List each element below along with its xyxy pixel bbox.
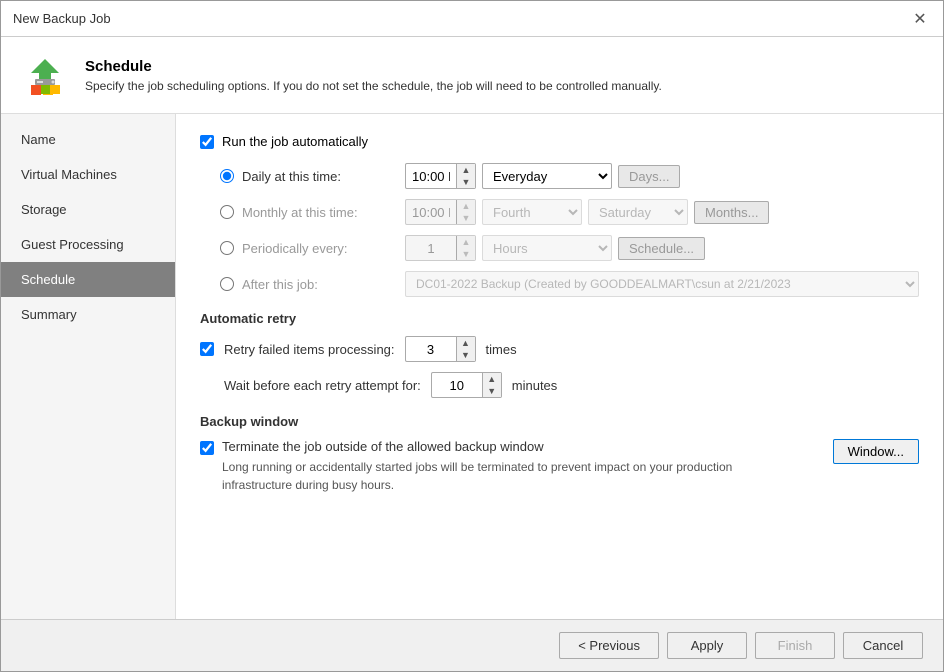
periodically-unit-select: Hours Minutes	[482, 235, 612, 261]
after-job-controls: DC01-2022 Backup (Created by GOODDEALMAR…	[405, 271, 919, 297]
sidebar: Name Virtual Machines Storage Guest Proc…	[1, 114, 176, 619]
close-button[interactable]: ✕	[909, 8, 931, 30]
schedule-button[interactable]: Schedule...	[618, 237, 705, 260]
header-description: Specify the job scheduling options. If y…	[85, 79, 662, 93]
wait-value-input[interactable]	[432, 376, 482, 395]
wait-row: Wait before each retry attempt for: ▲ ▼ …	[224, 372, 919, 398]
after-job-label: After this job:	[242, 277, 397, 292]
after-job-radio[interactable]	[220, 277, 234, 291]
wait-down[interactable]: ▼	[483, 385, 501, 397]
monthly-time-down: ▼	[457, 212, 475, 224]
previous-button[interactable]: < Previous	[559, 632, 659, 659]
periodically-down: ▼	[457, 248, 475, 260]
monthly-time-up: ▲	[457, 200, 475, 212]
terminate-checkbox[interactable]	[200, 441, 214, 455]
daily-controls: ▲ ▼ Everyday Weekdays Weekends Days...	[405, 163, 919, 189]
wait-spinner: ▲ ▼	[431, 372, 502, 398]
periodically-radio-row: Periodically every: ▲ ▼ Hours Minutes	[220, 235, 919, 261]
wait-spinner-btns: ▲ ▼	[482, 373, 501, 397]
retry-checkbox[interactable]	[200, 342, 214, 356]
retry-row: Retry failed items processing: ▲ ▼ times	[200, 336, 919, 362]
periodically-label: Periodically every:	[242, 241, 397, 256]
apply-button[interactable]: Apply	[667, 632, 747, 659]
after-job-select: DC01-2022 Backup (Created by GOODDEALMAR…	[405, 271, 919, 297]
retry-count-up[interactable]: ▲	[457, 337, 475, 349]
periodically-controls: ▲ ▼ Hours Minutes Schedule...	[405, 235, 919, 261]
monthly-time-spinner: ▲ ▼	[405, 199, 476, 225]
retry-count-btns: ▲ ▼	[456, 337, 475, 361]
dialog: New Backup Job ✕	[0, 0, 944, 672]
header-title: Schedule	[85, 58, 662, 75]
periodically-spinner-btns: ▲ ▼	[456, 236, 475, 260]
daily-frequency-select[interactable]: Everyday Weekdays Weekends	[482, 163, 612, 189]
daily-radio-row: Daily at this time: ▲ ▼ Everyday Weekday…	[220, 163, 919, 189]
backup-window-text-block: Terminate the job outside of the allowed…	[222, 439, 802, 494]
periodically-up: ▲	[457, 236, 475, 248]
daily-time-up[interactable]: ▲	[457, 164, 475, 176]
sidebar-item-summary[interactable]: Summary	[1, 297, 175, 332]
window-button[interactable]: Window...	[833, 439, 919, 464]
retry-count-spinner: ▲ ▼	[405, 336, 476, 362]
daily-time-down[interactable]: ▼	[457, 176, 475, 188]
wait-label: Wait before each retry attempt for:	[224, 378, 421, 393]
header-text: Schedule Specify the job scheduling opti…	[85, 58, 662, 93]
backup-window-row: Terminate the job outside of the allowed…	[200, 439, 919, 494]
monthly-day-select: Saturday	[588, 199, 688, 225]
footer: < Previous Apply Finish Cancel	[1, 619, 943, 671]
periodically-radio[interactable]	[220, 241, 234, 255]
cancel-button[interactable]: Cancel	[843, 632, 923, 659]
title-bar: New Backup Job ✕	[1, 1, 943, 37]
sidebar-item-guest-processing[interactable]: Guest Processing	[1, 227, 175, 262]
automatic-retry-section-label: Automatic retry	[200, 311, 919, 326]
monthly-radio[interactable]	[220, 205, 234, 219]
backup-window-section: Backup window Terminate the job outside …	[200, 414, 919, 494]
retry-count-input[interactable]	[406, 340, 456, 359]
main-content: Run the job automatically Daily at this …	[176, 114, 943, 619]
sidebar-item-virtual-machines[interactable]: Virtual Machines	[1, 157, 175, 192]
app-icon	[21, 51, 69, 99]
months-button[interactable]: Months...	[694, 201, 769, 224]
schedule-radio-group: Daily at this time: ▲ ▼ Everyday Weekday…	[220, 163, 919, 297]
retry-unit-label: times	[486, 342, 517, 357]
sidebar-item-schedule[interactable]: Schedule	[1, 262, 175, 297]
monthly-controls: ▲ ▼ Fourth Saturday Months...	[405, 199, 919, 225]
days-button[interactable]: Days...	[618, 165, 680, 188]
periodically-value-input	[406, 239, 456, 258]
daily-time-spinner: ▲ ▼	[405, 163, 476, 189]
wait-up[interactable]: ▲	[483, 373, 501, 385]
monthly-radio-row: Monthly at this time: ▲ ▼ Fourth	[220, 199, 919, 225]
after-job-radio-row: After this job: DC01-2022 Backup (Create…	[220, 271, 919, 297]
body-area: Name Virtual Machines Storage Guest Proc…	[1, 114, 943, 619]
finish-button: Finish	[755, 632, 835, 659]
run-automatically-label: Run the job automatically	[222, 134, 368, 149]
monthly-label: Monthly at this time:	[242, 205, 397, 220]
retry-label: Retry failed items processing:	[224, 342, 395, 357]
backup-window-left: Terminate the job outside of the allowed…	[200, 439, 802, 494]
monthly-time-input	[406, 203, 456, 222]
run-automatically-row: Run the job automatically	[200, 134, 919, 149]
wait-unit-label: minutes	[512, 378, 558, 393]
retry-count-down[interactable]: ▼	[457, 349, 475, 361]
sidebar-item-storage[interactable]: Storage	[1, 192, 175, 227]
dialog-title: New Backup Job	[13, 11, 111, 26]
daily-time-spinner-btns: ▲ ▼	[456, 164, 475, 188]
monthly-time-spinner-btns: ▲ ▼	[456, 200, 475, 224]
terminate-label: Terminate the job outside of the allowed…	[222, 439, 544, 454]
backup-window-section-label: Backup window	[200, 414, 919, 429]
sidebar-item-name[interactable]: Name	[1, 122, 175, 157]
monthly-week-select: Fourth	[482, 199, 582, 225]
daily-radio[interactable]	[220, 169, 234, 183]
daily-time-input[interactable]	[406, 167, 456, 186]
backup-window-description: Long running or accidentally started job…	[222, 458, 802, 494]
header-area: Schedule Specify the job scheduling opti…	[1, 37, 943, 114]
periodically-spinner: ▲ ▼	[405, 235, 476, 261]
run-automatically-checkbox[interactable]	[200, 135, 214, 149]
daily-label: Daily at this time:	[242, 169, 397, 184]
